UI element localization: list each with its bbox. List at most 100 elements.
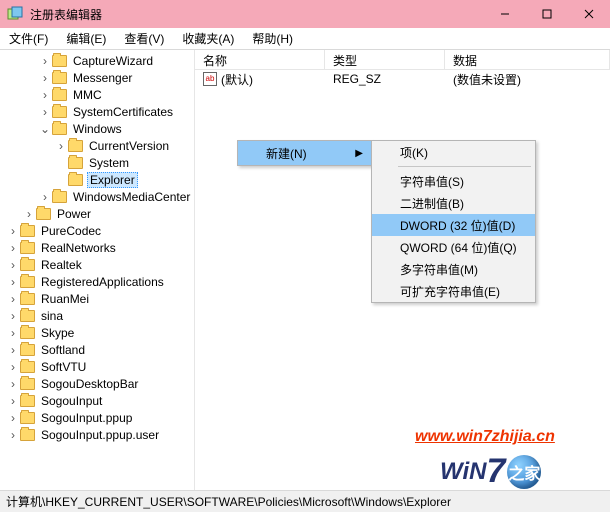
tree-node[interactable]: ›Skype [0, 324, 194, 341]
chevron-right-icon[interactable]: › [38, 71, 52, 85]
folder-icon [20, 361, 35, 373]
chevron-right-icon[interactable]: › [54, 139, 68, 153]
tree-node[interactable]: ›SogouInput.ppup [0, 409, 194, 426]
title-text: 注册表编辑器 [30, 6, 484, 23]
chevron-right-icon[interactable]: › [6, 411, 20, 425]
tree-node-label: CaptureWizard [71, 54, 155, 68]
chevron-right-icon[interactable]: › [6, 292, 20, 306]
menu-item[interactable]: 文件(F) [0, 28, 57, 49]
chevron-right-icon[interactable]: › [38, 190, 52, 204]
chevron-right-icon[interactable]: › [6, 428, 20, 442]
tree-node-label: RegisteredApplications [39, 275, 166, 289]
col-type[interactable]: 类型 [325, 50, 445, 69]
chevron-down-icon[interactable]: ⌄ [38, 122, 52, 136]
tree-node[interactable]: › CaptureWizard [0, 52, 194, 69]
submenu-item[interactable]: 项(K) [372, 141, 535, 163]
chevron-right-icon[interactable]: › [6, 360, 20, 374]
maximize-button[interactable] [526, 0, 568, 28]
tree-node[interactable]: › SystemCertificates [0, 103, 194, 120]
folder-icon [52, 55, 67, 67]
menu-new-label: 新建(N) [266, 145, 307, 162]
chevron-right-icon[interactable]: › [6, 377, 20, 391]
col-data[interactable]: 数据 [445, 50, 610, 69]
menu-new[interactable]: 新建(N) ▶ [238, 141, 371, 165]
folder-icon [20, 225, 35, 237]
status-path: 计算机\HKEY_CURRENT_USER\SOFTWARE\Policies\… [6, 493, 451, 510]
folder-icon [20, 259, 35, 271]
list-row[interactable]: ab(默认)REG_SZ(数值未设置) [195, 70, 610, 88]
chevron-right-icon[interactable]: › [38, 54, 52, 68]
tree-node-label: Explorer [87, 172, 138, 188]
chevron-right-icon[interactable]: › [6, 394, 20, 408]
chevron-right-icon[interactable]: › [6, 224, 20, 238]
tree-node-label: Windows [71, 122, 124, 136]
tree-node[interactable]: ›MMC [0, 86, 194, 103]
menu-bar: 文件(F)编辑(E)查看(V)收藏夹(A)帮助(H) [0, 28, 610, 50]
tree-node[interactable]: ›SogouInput.ppup.user [0, 426, 194, 443]
chevron-right-icon[interactable]: › [6, 258, 20, 272]
tree-node[interactable]: ›RuanMei [0, 290, 194, 307]
col-name[interactable]: 名称 [195, 50, 325, 69]
tree-node[interactable]: ⌄ Windows [0, 120, 194, 137]
app-icon [6, 5, 24, 23]
menu-separator [398, 166, 531, 167]
tree-node[interactable]: ›Power [0, 205, 194, 222]
chevron-right-icon[interactable]: › [6, 309, 20, 323]
tree-node[interactable]: ›RealNetworks [0, 239, 194, 256]
folder-icon [20, 276, 35, 288]
folder-icon [52, 123, 67, 135]
minimize-button[interactable] [484, 0, 526, 28]
folder-icon [52, 72, 67, 84]
menu-item[interactable]: 收藏夹(A) [173, 28, 243, 49]
tree-node[interactable]: › Realtek [0, 256, 194, 273]
tree-panel[interactable]: ›CaptureWizard›Messenger›MMC›SystemCerti… [0, 50, 195, 490]
context-sub-menu[interactable]: 项(K) 字符串值(S)二进制值(B)DWORD (32 位)值(D)QWORD … [371, 140, 536, 303]
title-bar: 注册表编辑器 [0, 0, 610, 28]
close-button[interactable] [568, 0, 610, 28]
tree-node[interactable]: ›CurrentVersion [0, 137, 194, 154]
submenu-item[interactable]: DWORD (32 位)值(D) [372, 214, 535, 236]
tree-node-label: WindowsMediaCenter [71, 190, 192, 204]
tree-node-label: Realtek [39, 258, 84, 272]
tree-node-label: sina [39, 309, 65, 323]
tree-node[interactable]: ›PureCodec [0, 222, 194, 239]
chevron-right-icon[interactable]: › [6, 241, 20, 255]
chevron-right-icon[interactable]: › [22, 207, 36, 221]
tree-node[interactable]: Explorer [0, 171, 194, 188]
context-menu-parent[interactable]: 新建(N) ▶ [237, 140, 372, 166]
tree-node[interactable]: ›SoftVTU [0, 358, 194, 375]
status-bar: 计算机\HKEY_CURRENT_USER\SOFTWARE\Policies\… [0, 490, 610, 512]
submenu-item[interactable]: 二进制值(B) [372, 192, 535, 214]
chevron-right-icon[interactable]: › [6, 343, 20, 357]
tree-node[interactable]: ›SogouInput [0, 392, 194, 409]
folder-icon [68, 140, 83, 152]
tree-node[interactable]: › RegisteredApplications [0, 273, 194, 290]
folder-icon [68, 157, 83, 169]
tree-node-label: SystemCertificates [71, 105, 175, 119]
folder-icon [20, 344, 35, 356]
folder-icon [20, 242, 35, 254]
tree-node[interactable]: › WindowsMediaCenter [0, 188, 194, 205]
chevron-right-icon[interactable]: › [6, 275, 20, 289]
chevron-right-icon[interactable]: › [6, 326, 20, 340]
chevron-right-icon[interactable]: › [38, 88, 52, 102]
tree-node[interactable]: › sina [0, 307, 194, 324]
menu-item[interactable]: 查看(V) [115, 28, 173, 49]
submenu-item[interactable]: 可扩充字符串值(E) [372, 280, 535, 302]
tree-node[interactable]: ›Messenger [0, 69, 194, 86]
tree-node[interactable]: › SogouDesktopBar [0, 375, 194, 392]
folder-icon [20, 327, 35, 339]
logo-ball-icon: 之家 [507, 455, 541, 489]
submenu-item[interactable]: QWORD (64 位)值(Q) [372, 236, 535, 258]
tree-node-label: SogouDesktopBar [39, 377, 140, 391]
menu-item[interactable]: 编辑(E) [57, 28, 115, 49]
tree-node[interactable]: System [0, 154, 194, 171]
watermark-url: www.win7zhijia.cn [415, 428, 555, 446]
tree-node[interactable]: ›Softland [0, 341, 194, 358]
submenu-item[interactable]: 字符串值(S) [372, 170, 535, 192]
menu-item[interactable]: 帮助(H) [243, 28, 302, 49]
value-data: (数值未设置) [453, 71, 521, 88]
submenu-item[interactable]: 多字符串值(M) [372, 258, 535, 280]
folder-icon [52, 191, 67, 203]
chevron-right-icon[interactable]: › [38, 105, 52, 119]
